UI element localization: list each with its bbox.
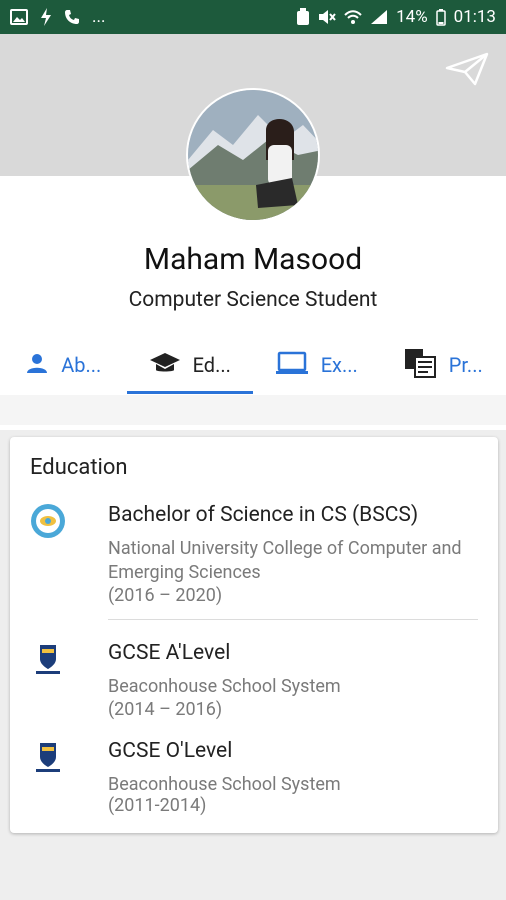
education-card: Education Bachelor of Science in CS (BSC… (10, 437, 498, 833)
wifi-icon (344, 9, 362, 25)
tab-experience[interactable]: Ex... (253, 336, 380, 394)
tab-projects-label: Pr... (448, 353, 483, 377)
profile-tabs: Ab... Ed... Ex... Pr... (0, 336, 506, 394)
institution-name: Beaconhouse School System (108, 774, 341, 795)
tab-experience-label: Ex... (320, 353, 358, 377)
profile-title: Computer Science Student (128, 288, 378, 312)
battery-icon (435, 8, 446, 26)
university-logo-icon (30, 503, 66, 539)
school-crest-icon (30, 641, 66, 677)
avatar (186, 88, 320, 222)
tab-about[interactable]: Ab... (0, 336, 127, 394)
send-button[interactable] (444, 48, 490, 94)
signal-icon (370, 9, 388, 25)
graduation-cap-icon (149, 352, 181, 379)
profile-name: Maham Masood (143, 242, 363, 277)
degree-title: Bachelor of Science in CS (BSCS) (108, 503, 419, 527)
tab-education[interactable]: Ed... (126, 336, 254, 394)
person-icon (25, 351, 49, 380)
battery-saver-icon (296, 8, 310, 26)
education-title: Education (30, 455, 128, 480)
image-icon (10, 9, 28, 25)
tab-divider-strip (0, 395, 506, 425)
flash-icon (40, 8, 52, 26)
institution-name: Beaconhouse School System (108, 676, 341, 697)
divider (108, 619, 478, 620)
clock: 01:13 (453, 7, 496, 27)
degree-title: GCSE A'Level (108, 641, 231, 665)
more-notifications: ... (92, 7, 106, 27)
laptop-icon (275, 351, 309, 380)
tab-about-label: Ab... (61, 353, 102, 377)
phone-icon (64, 9, 80, 25)
battery-percent: 14% (396, 7, 428, 27)
copy-icon (403, 347, 437, 384)
degree-title: GCSE O'Level (108, 739, 233, 763)
tab-education-label: Ed... (192, 353, 231, 377)
education-years: (2016 – 2020) (108, 585, 223, 606)
school-crest-icon (30, 739, 66, 775)
institution-name: National University College of Computer … (108, 538, 462, 583)
tab-projects[interactable]: Pr... (380, 336, 506, 394)
send-icon (445, 52, 489, 90)
education-years: (2011-2014) (108, 795, 207, 816)
status-bar: ... 14% 01:13 (0, 0, 506, 34)
education-years: (2014 – 2016) (108, 699, 223, 720)
mute-icon (318, 9, 336, 25)
